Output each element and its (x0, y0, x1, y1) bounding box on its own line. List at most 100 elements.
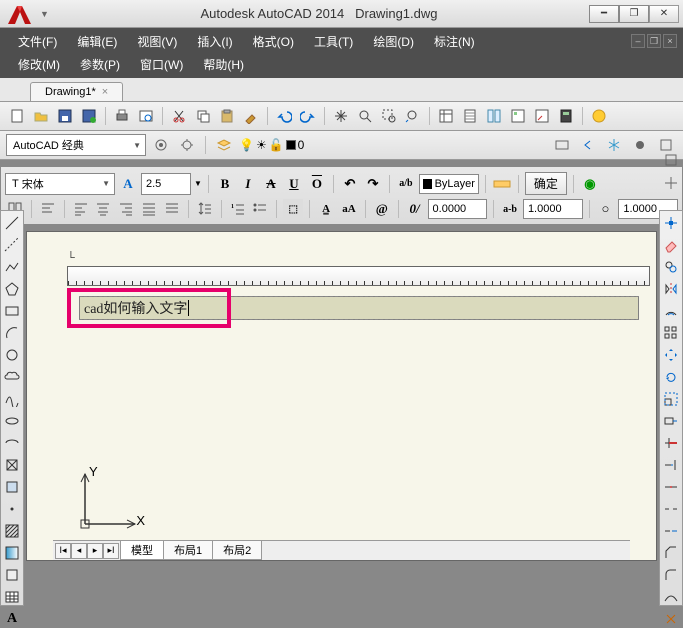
mtext-icon[interactable]: A (2, 610, 22, 628)
sheetset-icon[interactable] (459, 105, 481, 127)
tab-drawing[interactable]: Drawing1* × (30, 82, 123, 101)
ok-button[interactable]: 确定 (525, 172, 567, 195)
maximize-button[interactable]: ❐ (619, 5, 649, 23)
tab-close-icon[interactable]: × (102, 86, 108, 98)
table-icon[interactable] (2, 588, 22, 606)
rectangle-icon[interactable] (2, 302, 22, 320)
line-spacing-icon[interactable] (195, 199, 215, 219)
menu-draw[interactable]: 绘图(D) (363, 30, 424, 53)
close-button[interactable]: ✕ (649, 5, 679, 23)
zoom-window-icon[interactable] (378, 105, 400, 127)
menu-insert[interactable]: 插入(I) (187, 30, 242, 53)
region-icon[interactable] (2, 566, 22, 584)
width-factor-icon[interactable]: ○ (596, 199, 616, 219)
mirror-icon[interactable] (661, 280, 681, 298)
tracking-icon[interactable]: a-b (500, 199, 520, 219)
copy-object-icon[interactable] (661, 258, 681, 276)
offset-icon[interactable] (661, 302, 681, 320)
layer-state-display[interactable]: 💡 ☀ 🔓 0 (239, 138, 304, 152)
navbar-toggle-icon[interactable] (661, 173, 681, 193)
zoom-realtime-icon[interactable] (354, 105, 376, 127)
doc-restore-button[interactable]: ❐ (647, 34, 661, 48)
doc-minimize-button[interactable]: – (631, 34, 645, 48)
new-icon[interactable] (6, 105, 28, 127)
layer-previous-icon[interactable] (577, 134, 599, 156)
chamfer-icon[interactable] (661, 544, 681, 562)
symbol-icon[interactable]: @ (372, 199, 392, 219)
extend-icon[interactable] (661, 456, 681, 474)
lowercase-icon[interactable]: aA (339, 199, 359, 219)
stretch-icon[interactable] (661, 412, 681, 430)
menu-edit[interactable]: 编辑(E) (67, 30, 127, 53)
annotative-icon[interactable]: A (118, 174, 138, 194)
move-grip-icon[interactable] (661, 214, 681, 232)
align-justify-icon[interactable] (139, 199, 159, 219)
undo-text-icon[interactable]: ↶ (340, 174, 360, 194)
drawing-area[interactable]: └ cad如何输入文字 Y X I◂ ◂ ▸ ▸I 模型 布局1 布局2 (26, 231, 657, 561)
revcloud-icon[interactable] (2, 368, 22, 386)
trim-icon[interactable] (661, 434, 681, 452)
insert-block-icon[interactable] (2, 456, 22, 474)
layer-freeze-icon[interactable] (603, 134, 625, 156)
field-icon[interactable]: ⬚ (283, 199, 303, 219)
options-icon[interactable]: ◉ (580, 174, 600, 194)
polyline-icon[interactable] (2, 258, 22, 276)
open-icon[interactable] (30, 105, 52, 127)
arc-icon[interactable] (2, 324, 22, 342)
properties-icon[interactable] (435, 105, 457, 127)
overline-button[interactable]: O (307, 174, 327, 194)
matchprop-icon[interactable] (240, 105, 262, 127)
menu-file[interactable]: 文件(F) (8, 30, 67, 53)
redo-icon[interactable] (297, 105, 319, 127)
print-icon[interactable] (111, 105, 133, 127)
layer-properties-icon[interactable] (213, 134, 235, 156)
tab-next-icon[interactable]: ▸ (87, 543, 103, 559)
hatch-icon[interactable] (2, 522, 22, 540)
join-icon[interactable] (661, 522, 681, 540)
menu-dimension[interactable]: 标注(N) (424, 30, 485, 53)
array-icon[interactable] (661, 324, 681, 342)
tab-prev-icon[interactable]: ◂ (71, 543, 87, 559)
numbering-icon[interactable]: 1 (228, 199, 248, 219)
circle-icon[interactable] (2, 346, 22, 364)
bullets-icon[interactable] (251, 199, 271, 219)
tab-layout2[interactable]: 布局2 (212, 541, 262, 560)
saveas-icon[interactable] (78, 105, 100, 127)
rotate-icon[interactable] (661, 368, 681, 386)
stack-icon[interactable]: a/b (396, 174, 416, 194)
fillet-icon[interactable] (661, 566, 681, 584)
line-icon[interactable] (2, 214, 22, 232)
pan-icon[interactable] (330, 105, 352, 127)
markup-icon[interactable] (531, 105, 553, 127)
menu-format[interactable]: 格式(O) (243, 30, 304, 53)
menu-view[interactable]: 视图(V) (127, 30, 187, 53)
tab-model[interactable]: 模型 (120, 541, 164, 560)
ellipse-arc-icon[interactable] (2, 434, 22, 452)
ruler-icon[interactable] (492, 174, 512, 194)
menu-modify[interactable]: 修改(M) (8, 53, 70, 76)
justify-tl-icon[interactable] (38, 199, 58, 219)
italic-button[interactable]: I (238, 174, 258, 194)
erase-icon[interactable] (661, 236, 681, 254)
zoom-previous-icon[interactable] (402, 105, 424, 127)
tool-palettes-icon[interactable] (483, 105, 505, 127)
oblique-angle-icon[interactable]: 0/ (405, 199, 425, 219)
polygon-icon[interactable] (2, 280, 22, 298)
uppercase-icon[interactable]: A͇ (316, 199, 336, 219)
paste-icon[interactable] (216, 105, 238, 127)
copy-icon[interactable] (192, 105, 214, 127)
make-block-icon[interactable] (2, 478, 22, 496)
move-icon[interactable] (661, 346, 681, 364)
tracking-value[interactable]: 1.0000 (523, 199, 583, 219)
point-icon[interactable] (2, 500, 22, 518)
ruler[interactable] (67, 266, 650, 286)
menu-window[interactable]: 窗口(W) (130, 53, 193, 76)
window-control-dropdown[interactable]: ▼ (40, 9, 49, 19)
menu-help[interactable]: 帮助(H) (193, 53, 254, 76)
menu-parametric[interactable]: 参数(P) (70, 53, 130, 76)
viewcube-toggle-icon[interactable] (661, 150, 681, 170)
align-left-icon[interactable] (71, 199, 91, 219)
ellipse-icon[interactable] (2, 412, 22, 430)
break-icon[interactable] (661, 500, 681, 518)
menu-tools[interactable]: 工具(T) (304, 30, 363, 53)
